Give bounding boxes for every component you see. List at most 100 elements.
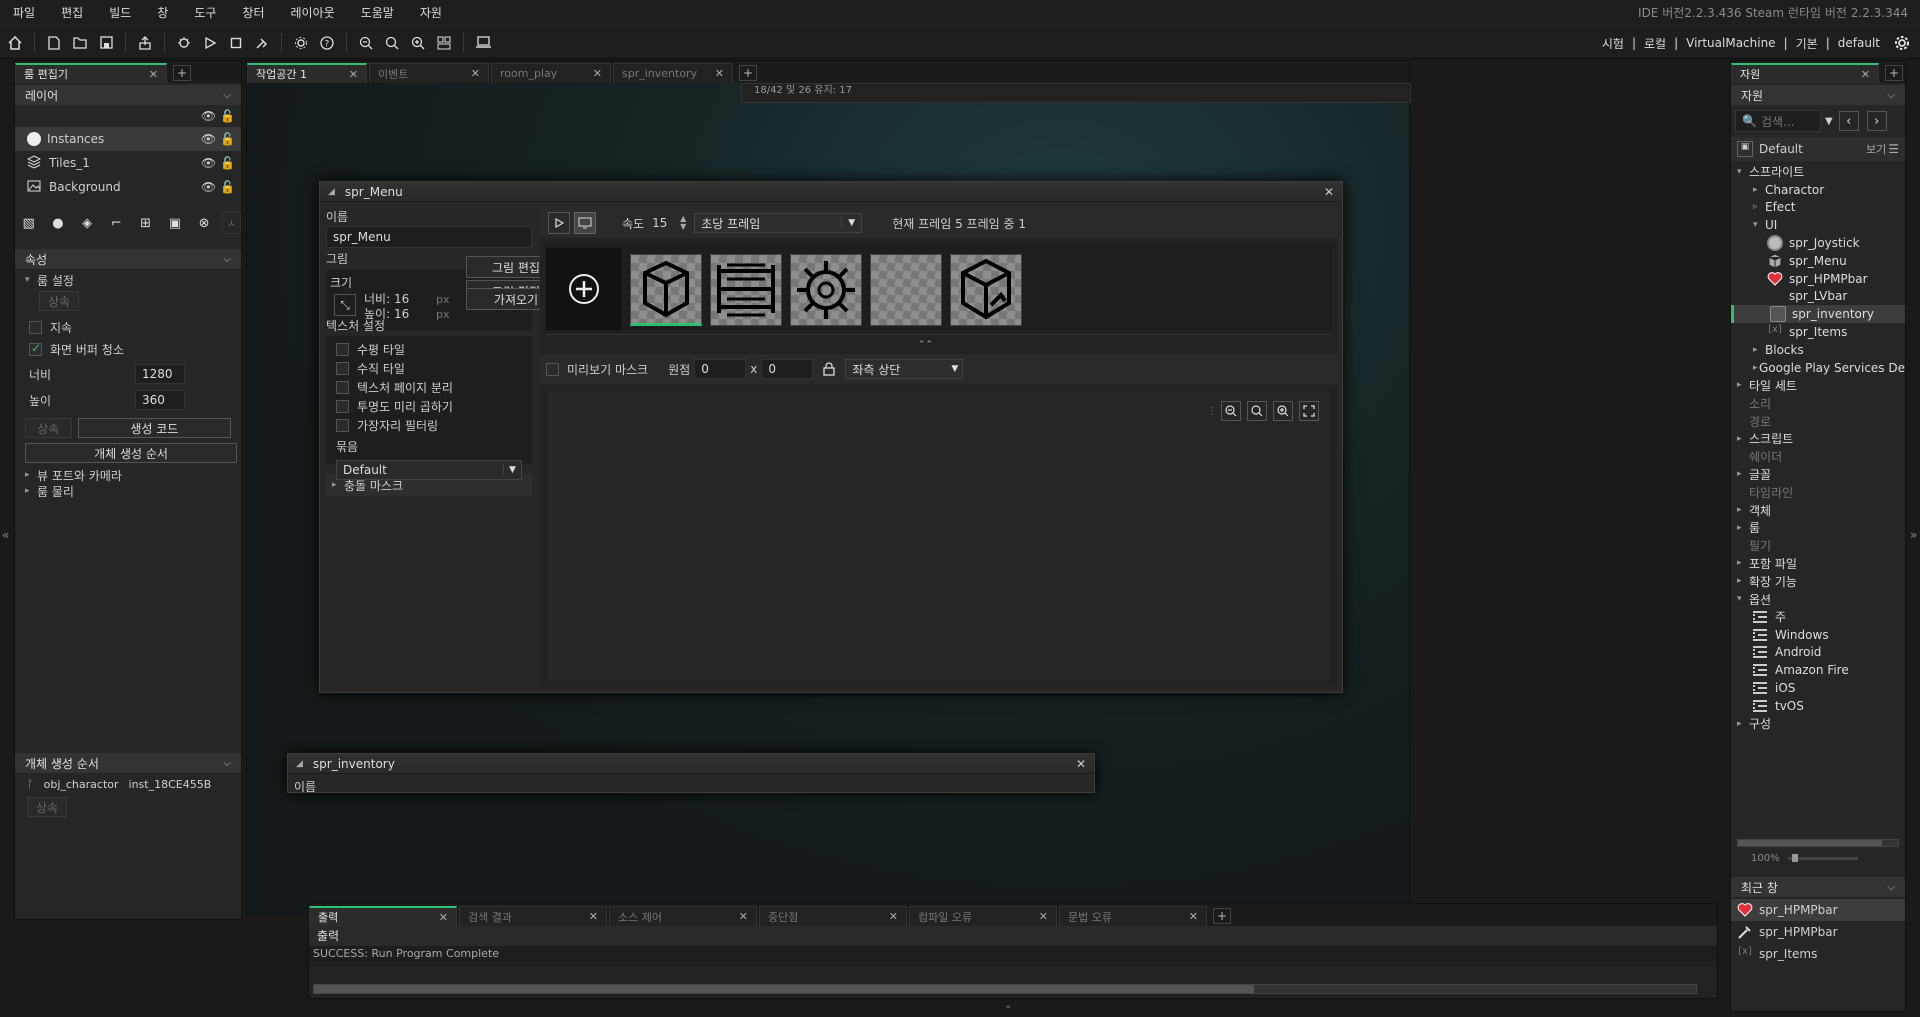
close-icon[interactable]: ✕ (1039, 910, 1048, 923)
tree-item[interactable]: ▸ 글꼴 (1731, 466, 1905, 484)
list-menu-icon[interactable]: ☰ (1888, 142, 1899, 156)
origin-preset-select[interactable]: 좌측 상단 ▼ (845, 359, 964, 379)
close-icon[interactable]: ✕ (439, 911, 448, 924)
speed-unit-select[interactable]: 초당 프레임 ▼ (694, 213, 863, 233)
list-item[interactable]: spr_HPMPbar (1731, 921, 1905, 943)
eye-icon[interactable]: 👁 (201, 109, 216, 123)
collapse-up-icon[interactable]: ⌃⌃ (918, 340, 933, 350)
tab-room-play[interactable]: room_play ✕ (491, 63, 611, 83)
inherit-button[interactable]: 상속 (39, 291, 79, 311)
tab-output[interactable]: 출력 ✕ (309, 906, 457, 926)
tab-asset-browser[interactable]: 자원 ✕ (1731, 63, 1879, 83)
close-icon[interactable]: ✕ (1861, 68, 1870, 81)
stop-icon[interactable] (225, 32, 247, 54)
add-tab-button[interactable]: + (739, 65, 757, 81)
tree-item[interactable]: ▸ Blocks (1731, 341, 1905, 359)
list-item[interactable]: [x] spr_Items (1731, 943, 1905, 965)
tree-item[interactable]: [x] spr_Items (1731, 323, 1905, 341)
zoom-out-icon[interactable] (1221, 401, 1241, 421)
instance-order-header[interactable]: 개체 생성 순서 ⌵ (15, 753, 241, 773)
tree-item[interactable]: spr_Joystick (1731, 234, 1905, 252)
back-arrow-icon[interactable]: ‹ (1838, 111, 1859, 131)
add-frame-button[interactable] (546, 248, 622, 330)
close-icon[interactable]: ✕ (1189, 910, 1198, 923)
layer-search-input[interactable]: ㅅ (221, 212, 241, 234)
origin-x-input[interactable]: 0 (694, 359, 747, 379)
add-path-layer-icon[interactable]: ⌐ (107, 212, 126, 234)
menu-assets[interactable]: 자원 (407, 0, 455, 26)
close-icon[interactable]: ✕ (739, 910, 748, 923)
tree-item[interactable]: ▹ Efect (1731, 199, 1905, 217)
viewports-group[interactable]: ▸ 뷰 포트와 카메라 (25, 467, 231, 483)
menu-build[interactable]: 빌드 (96, 0, 144, 26)
vtile-checkbox[interactable]: 수직 타일 (336, 359, 522, 378)
tree-item[interactable]: Amazon Fire (1731, 661, 1905, 679)
sprite-canvas[interactable]: ⋮ (546, 390, 1332, 682)
close-icon[interactable]: ✕ (349, 68, 358, 81)
tree-item[interactable]: 경로 (1731, 412, 1905, 430)
eye-icon[interactable]: 👁 (201, 156, 216, 170)
lock-icon[interactable]: 🔓 (220, 180, 235, 194)
lock-icon[interactable] (823, 362, 835, 376)
tree-item[interactable]: ▸ 룸 (1731, 519, 1905, 537)
run-play-icon[interactable] (199, 32, 221, 54)
tab-syntax-errors[interactable]: 문법 오류 ✕ (1059, 906, 1207, 926)
close-icon[interactable]: ✕ (589, 910, 598, 923)
target-config[interactable]: 기본 (1792, 35, 1822, 52)
tree-item[interactable]: Android (1731, 644, 1905, 662)
tree-item[interactable]: spr_Menu (1731, 252, 1905, 270)
properties-header[interactable]: 속성 ⌵ (15, 249, 241, 269)
tab-events[interactable]: 이벤트 ✕ (369, 63, 489, 83)
add-instance-layer-icon[interactable]: ● (48, 212, 67, 234)
settings-gear-icon[interactable] (290, 32, 312, 54)
add-folder-icon[interactable]: ▣ (165, 212, 184, 234)
sprite-inventory-header[interactable]: ◢ spr_inventory ✕ (288, 754, 1094, 774)
menu-marketplace[interactable]: 창터 (229, 0, 277, 26)
tab-room-editor[interactable]: 룸 편집기 ✕ (15, 63, 167, 83)
chevron-down-icon[interactable]: ▼ (1825, 116, 1833, 127)
tree-item[interactable]: spr_LVbar (1731, 288, 1905, 306)
lock-icon[interactable]: 🔓 (220, 156, 235, 170)
menu-edit[interactable]: 편집 (48, 0, 96, 26)
tree-item[interactable]: ▸ 구성 (1731, 715, 1905, 733)
tree-item[interactable]: ▾ 옵션 (1731, 590, 1905, 608)
save-icon[interactable] (95, 32, 117, 54)
frame-thumb[interactable] (870, 254, 942, 326)
tree-item[interactable]: Windows (1731, 626, 1905, 644)
view-menu[interactable]: 보기 (1866, 141, 1886, 157)
timeline-scrollbar[interactable] (546, 334, 1332, 340)
layer-row[interactable]: Instances 👁 🔓 (15, 127, 241, 151)
tree-item[interactable]: ▸ 포함 파일 (1731, 555, 1905, 573)
tab-spr-inventory[interactable]: spr_inventory ✕ (613, 63, 733, 83)
tree-item[interactable]: ▸ Google Play Services De (1731, 359, 1905, 377)
room-height-input[interactable]: 360 (135, 390, 185, 410)
close-icon[interactable]: ✕ (1076, 757, 1086, 771)
tree-item[interactable]: ▸ 타일 세트 (1731, 377, 1905, 395)
zoom-reset-icon[interactable] (1247, 401, 1267, 421)
origin-y-input[interactable]: 0 (761, 359, 814, 379)
eye-icon[interactable]: 👁 (201, 180, 216, 194)
eye-icon[interactable]: 👁 (201, 132, 216, 146)
room-settings-group[interactable]: ▾ 룸 설정 (25, 271, 231, 289)
tab-workspace-1[interactable]: 작업공간 1 ✕ (247, 63, 367, 83)
frame-thumb[interactable] (950, 254, 1022, 326)
tab-compile-errors[interactable]: 컴파일 오류 ✕ (909, 906, 1057, 926)
tree-item[interactable]: ▾ 스프라이트 (1731, 163, 1905, 181)
frame-thumb[interactable] (790, 254, 862, 326)
close-icon[interactable]: ✕ (715, 67, 724, 80)
menu-help[interactable]: 도움말 (348, 0, 407, 26)
delete-layer-icon[interactable]: ⊗ (195, 212, 214, 234)
left-collapse-icon[interactable]: « (2, 528, 9, 542)
premultiply-alpha-checkbox[interactable]: 투명도 미리 곱하기 (336, 397, 522, 416)
tree-item[interactable]: ▸ 확장 기능 (1731, 572, 1905, 590)
room-physics-group[interactable]: ▸ 룸 물리 (25, 483, 231, 499)
speed-input[interactable]: 15 (652, 216, 680, 230)
target-local[interactable]: 로컬 (1640, 35, 1670, 52)
zoom-slider[interactable] (1787, 853, 1858, 862)
preview-mask-checkbox[interactable]: 미리보기 마스크 (546, 361, 648, 378)
tree-item[interactable]: 주 (1731, 608, 1905, 626)
resize-icon[interactable]: ⤡ (334, 294, 356, 316)
lock-icon[interactable]: 🔓 (220, 109, 235, 123)
inherit-code-button[interactable]: 상속 (25, 418, 72, 438)
target-vm[interactable]: VirtualMachine (1682, 36, 1779, 50)
